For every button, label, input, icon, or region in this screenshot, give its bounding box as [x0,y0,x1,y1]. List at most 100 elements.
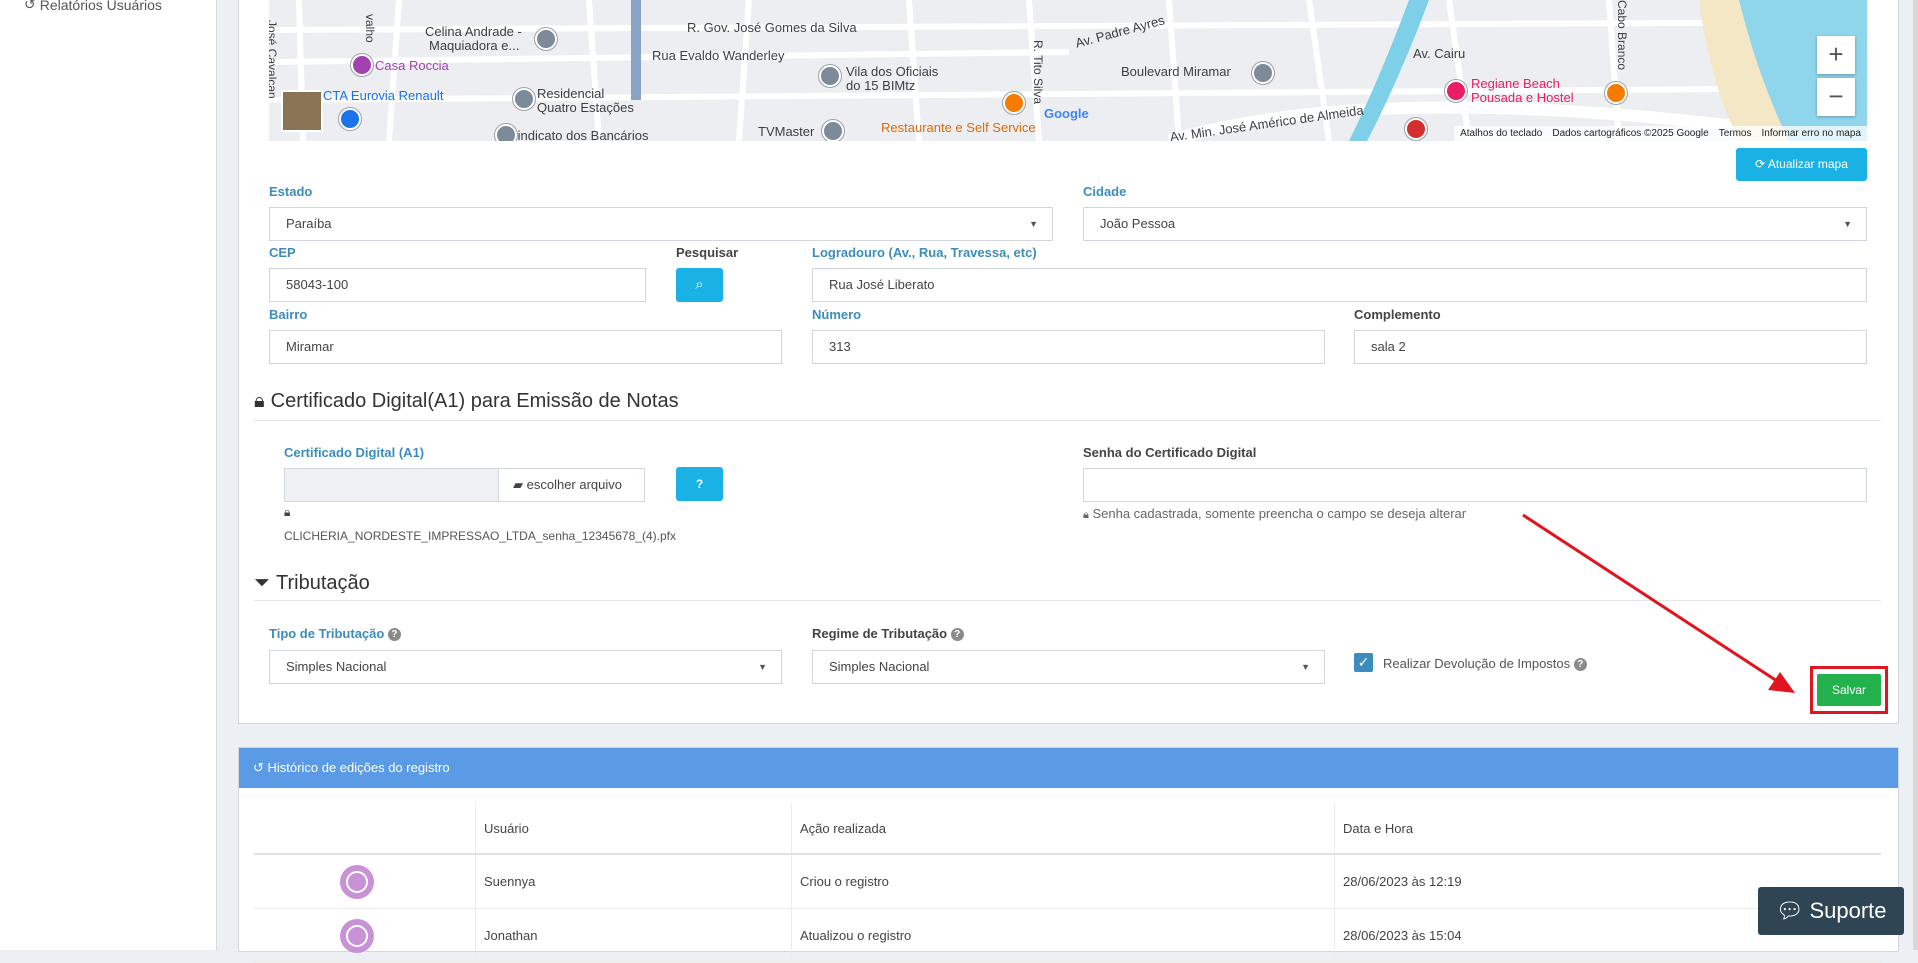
map-label: Maquiadora e... [429,38,520,53]
map-label: TVMaster [758,124,815,139]
avatar-cell [254,909,475,962]
map-pin-icon [1445,80,1467,102]
tax-section-title: ⏷ Tributação [254,572,370,595]
password-hint: 🔒︎ Senha cadastrada, somente preencha o … [1083,506,1466,522]
question-circle-icon[interactable]: ? [1573,658,1587,672]
regime-tributacao-label-text: Regime de Tributação [812,626,948,641]
action-cell: Atualizou o registro [791,909,1334,962]
map-pin-icon [495,124,517,141]
search-icon: ⌕ [695,276,704,293]
certificate-password-input[interactable] [1083,468,1867,502]
user-cell: Jonathan [475,909,791,962]
tax-title-text: Tributação [276,572,370,594]
cidade-select[interactable]: João Pessoa ▼ [1083,207,1867,241]
table-row: Suennya Criou o registro 28/06/2023 às 1… [254,855,1881,909]
search-cep-button[interactable]: ⌕ [676,268,723,302]
lock-icon: 🔒︎ [1083,509,1089,521]
tipo-tributacao-label: Tipo de Tributação ? [269,626,401,642]
map[interactable]: José Cavalcan valho Celina Andrade - Maq… [269,0,1867,141]
logradouro-label: Logradouro (Av., Rua, Travessa, etc) [812,245,1037,260]
map-label: valho [363,14,377,43]
column-header-usuario: Usuário [475,803,791,853]
avatar [340,864,374,899]
avatar-cell [254,855,475,908]
history-icon: ↺ [24,0,36,12]
logradouro-input[interactable]: Rua José Liberato [812,268,1867,302]
street-view-thumbnail[interactable] [281,90,323,132]
map-pin-icon [1003,92,1025,114]
cep-input[interactable]: 58043-100 [269,268,646,302]
folder-open-icon: ▰ [513,477,523,492]
devolucao-label: Realizar Devolução de Impostos ? [1383,656,1587,672]
caret-down-icon: ▼ [1301,662,1310,672]
divider [254,420,1881,421]
certificate-file-path [284,468,499,502]
map-pin-icon [822,120,844,141]
certificate-filename: CLICHERIA_NORDESTE_IMPRESSAO_LTDA_senha_… [284,529,676,543]
caret-down-icon: ▼ [758,662,767,672]
devolucao-checkbox[interactable]: ✓ [1354,653,1373,672]
history-header: ↺ Histórico de edições do registro [239,748,1898,788]
map-label: Vila dos Oficiais [846,64,939,79]
regime-tributacao-label: Regime de Tributação ? [812,626,964,642]
save-highlight: Salvar [1810,666,1888,714]
certificate-title-text: Certificado Digital(A1) para Emissão de … [270,390,679,412]
complemento-label: Complemento [1354,307,1441,322]
map-footer-terms[interactable]: Termos [1719,128,1752,139]
certificate-section-title: 🔒︎ Certificado Digital(A1) para Emissão … [254,390,679,413]
bairro-label: Bairro [269,307,308,322]
map-label: Pousada e Hostel [1471,90,1574,105]
regime-tributacao-value: Simples Nacional [829,659,930,674]
column-header-avatar [254,803,475,853]
question-icon: ? [695,477,704,491]
scrollbar[interactable] [1913,0,1918,950]
update-map-button[interactable]: ⟳ Atualizar mapa [1736,148,1867,181]
question-circle-icon[interactable]: ? [387,628,401,642]
update-map-label: Atualizar mapa [1767,157,1848,171]
map-footer-data: Dados cartográficos ©2025 Google [1552,128,1709,139]
history-panel: ↺ Histórico de edições do registro Usuár… [238,747,1899,963]
bairro-input[interactable]: Miramar [269,330,782,364]
lock-icon: 🔒︎ [254,390,265,412]
map-pin-icon [1405,118,1427,140]
map-label: Restaurante e Self Service [881,120,1036,135]
map-label: Celina Andrade - [425,24,522,39]
cidade-label: Cidade [1083,184,1127,199]
save-button[interactable]: Salvar [1817,674,1881,706]
estado-label: Estado [269,184,313,199]
cep-label: CEP [269,245,296,260]
sidebar-item-relatorios-usuarios[interactable]: ↺ Relatórios Usuários [24,0,162,13]
map-footer-report[interactable]: Informar erro no mapa [1762,128,1862,139]
support-button[interactable]: 💬︎ Suporte [1758,887,1904,935]
caret-down-icon: ▼ [1029,219,1038,229]
devolucao-label-text: Realizar Devolução de Impostos [1383,656,1571,671]
chat-icon: 💬︎ [1775,898,1804,923]
map-label: Cabo Branco [1615,0,1629,71]
choose-file-button[interactable]: ▰ escolher arquivo [498,468,645,502]
sidebar-item-label: Relatórios Usuários [39,0,162,13]
map-pin-icon [339,108,361,130]
certificate-password-label: Senha do Certificado Digital [1083,445,1257,460]
zoom-out-button[interactable]: − [1817,78,1855,116]
support-label: Suporte [1809,898,1887,923]
certificate-help-button[interactable]: ? [676,467,723,501]
pesquisar-label: Pesquisar [676,245,739,260]
regime-tributacao-select[interactable]: Simples Nacional ▼ [812,650,1325,684]
history-table: Usuário Ação realizada Data e Hora Suenn… [254,803,1881,963]
estado-value: Paraíba [286,216,332,231]
zoom-in-button[interactable]: + [1817,36,1855,74]
divider [254,600,1881,601]
map-label: Av. Cairu [1413,46,1466,61]
estado-select[interactable]: Paraíba ▼ [269,207,1053,241]
question-circle-icon[interactable]: ? [950,628,964,642]
map-pin-icon [535,28,557,50]
map-footer-shortcuts[interactable]: Atalhos do teclado [1460,128,1542,139]
tipo-tributacao-select[interactable]: Simples Nacional ▼ [269,650,782,684]
map-pin-icon [1605,82,1627,104]
map-label: Casa Roccia [375,58,449,73]
map-label: do 15 BIMtz [846,78,916,93]
map-pin-icon [819,65,841,87]
password-hint-text: Senha cadastrada, somente preencha o cam… [1092,506,1467,521]
numero-input[interactable]: 313 [812,330,1325,364]
complemento-input[interactable]: sala 2 [1354,330,1867,364]
